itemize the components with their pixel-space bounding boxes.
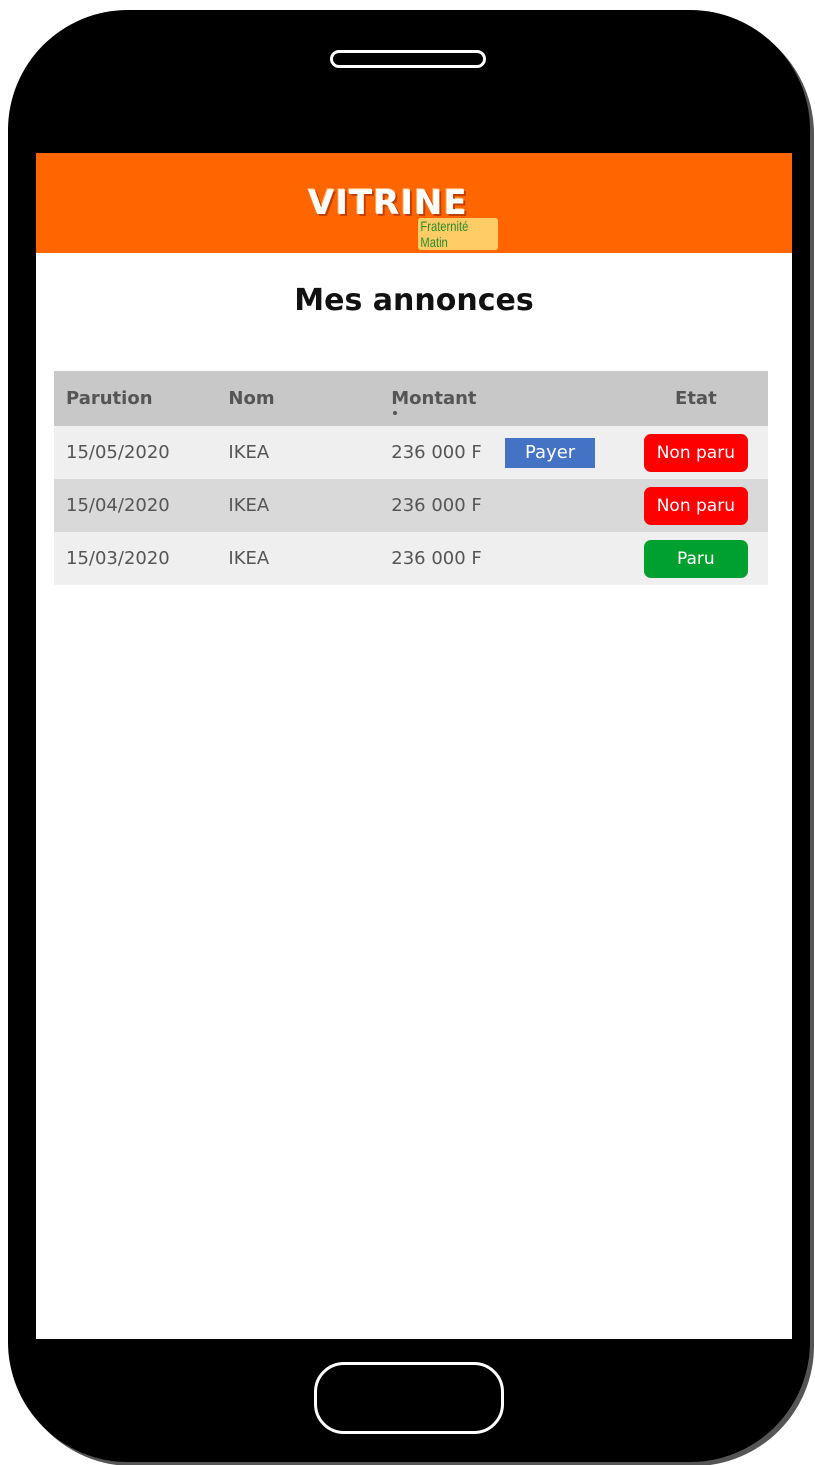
table-row[interactable]: 15/05/2020 IKEA 236 000 F Payer Non paru bbox=[54, 426, 768, 479]
app-header: VITRINE Fraternité Matin bbox=[36, 153, 792, 253]
cell-nom: IKEA bbox=[228, 532, 392, 585]
header-nom: Nom bbox=[228, 371, 392, 426]
home-button[interactable] bbox=[314, 1362, 504, 1434]
header-parution: Parution bbox=[54, 371, 229, 426]
cell-montant: 236 000 F bbox=[391, 479, 505, 532]
cell-nom: IKEA bbox=[228, 426, 392, 479]
cell-montant: 236 000 F bbox=[391, 426, 505, 479]
ads-table: Parution Nom Montant Etat 15/05/2020 IKE… bbox=[54, 371, 768, 585]
header-action bbox=[505, 371, 624, 426]
header-montant-label: Montant bbox=[391, 388, 477, 409]
cell-action: Payer bbox=[505, 426, 624, 479]
logo-text: VITRINE bbox=[308, 183, 468, 223]
phone-frame: VITRINE Fraternité Matin Mes annonces Pa… bbox=[8, 10, 810, 1462]
cell-parution: 15/03/2020 bbox=[54, 532, 229, 585]
sort-dot-icon bbox=[393, 411, 398, 415]
status-badge: Non paru bbox=[643, 433, 748, 472]
status-badge: Non paru bbox=[643, 486, 748, 525]
status-badge: Paru bbox=[643, 539, 748, 578]
cell-montant: 236 000 F bbox=[391, 532, 505, 585]
cell-nom: IKEA bbox=[228, 479, 392, 532]
table-row[interactable]: 15/04/2020 IKEA 236 000 F Non paru bbox=[54, 479, 768, 532]
cell-etat: Non paru bbox=[623, 426, 768, 479]
header-montant: Montant bbox=[391, 371, 505, 426]
cell-parution: 15/04/2020 bbox=[54, 479, 229, 532]
pay-button[interactable]: Payer bbox=[505, 437, 596, 468]
cell-parution: 15/05/2020 bbox=[54, 426, 229, 479]
table-header-row: Parution Nom Montant Etat bbox=[54, 371, 768, 426]
logo-subtitle: Fraternité Matin bbox=[418, 218, 498, 250]
table-row[interactable]: 15/03/2020 IKEA 236 000 F Paru bbox=[54, 532, 768, 585]
header-etat: Etat bbox=[623, 371, 768, 426]
speaker-grille bbox=[330, 50, 486, 68]
cell-etat: Non paru bbox=[623, 479, 768, 532]
app-screen: VITRINE Fraternité Matin Mes annonces Pa… bbox=[36, 153, 792, 1339]
cell-action bbox=[505, 479, 624, 532]
cell-action bbox=[505, 532, 624, 585]
page-title: Mes annonces bbox=[294, 283, 534, 318]
vitrine-logo[interactable]: VITRINE Fraternité Matin bbox=[308, 183, 518, 250]
cell-etat: Paru bbox=[623, 532, 768, 585]
